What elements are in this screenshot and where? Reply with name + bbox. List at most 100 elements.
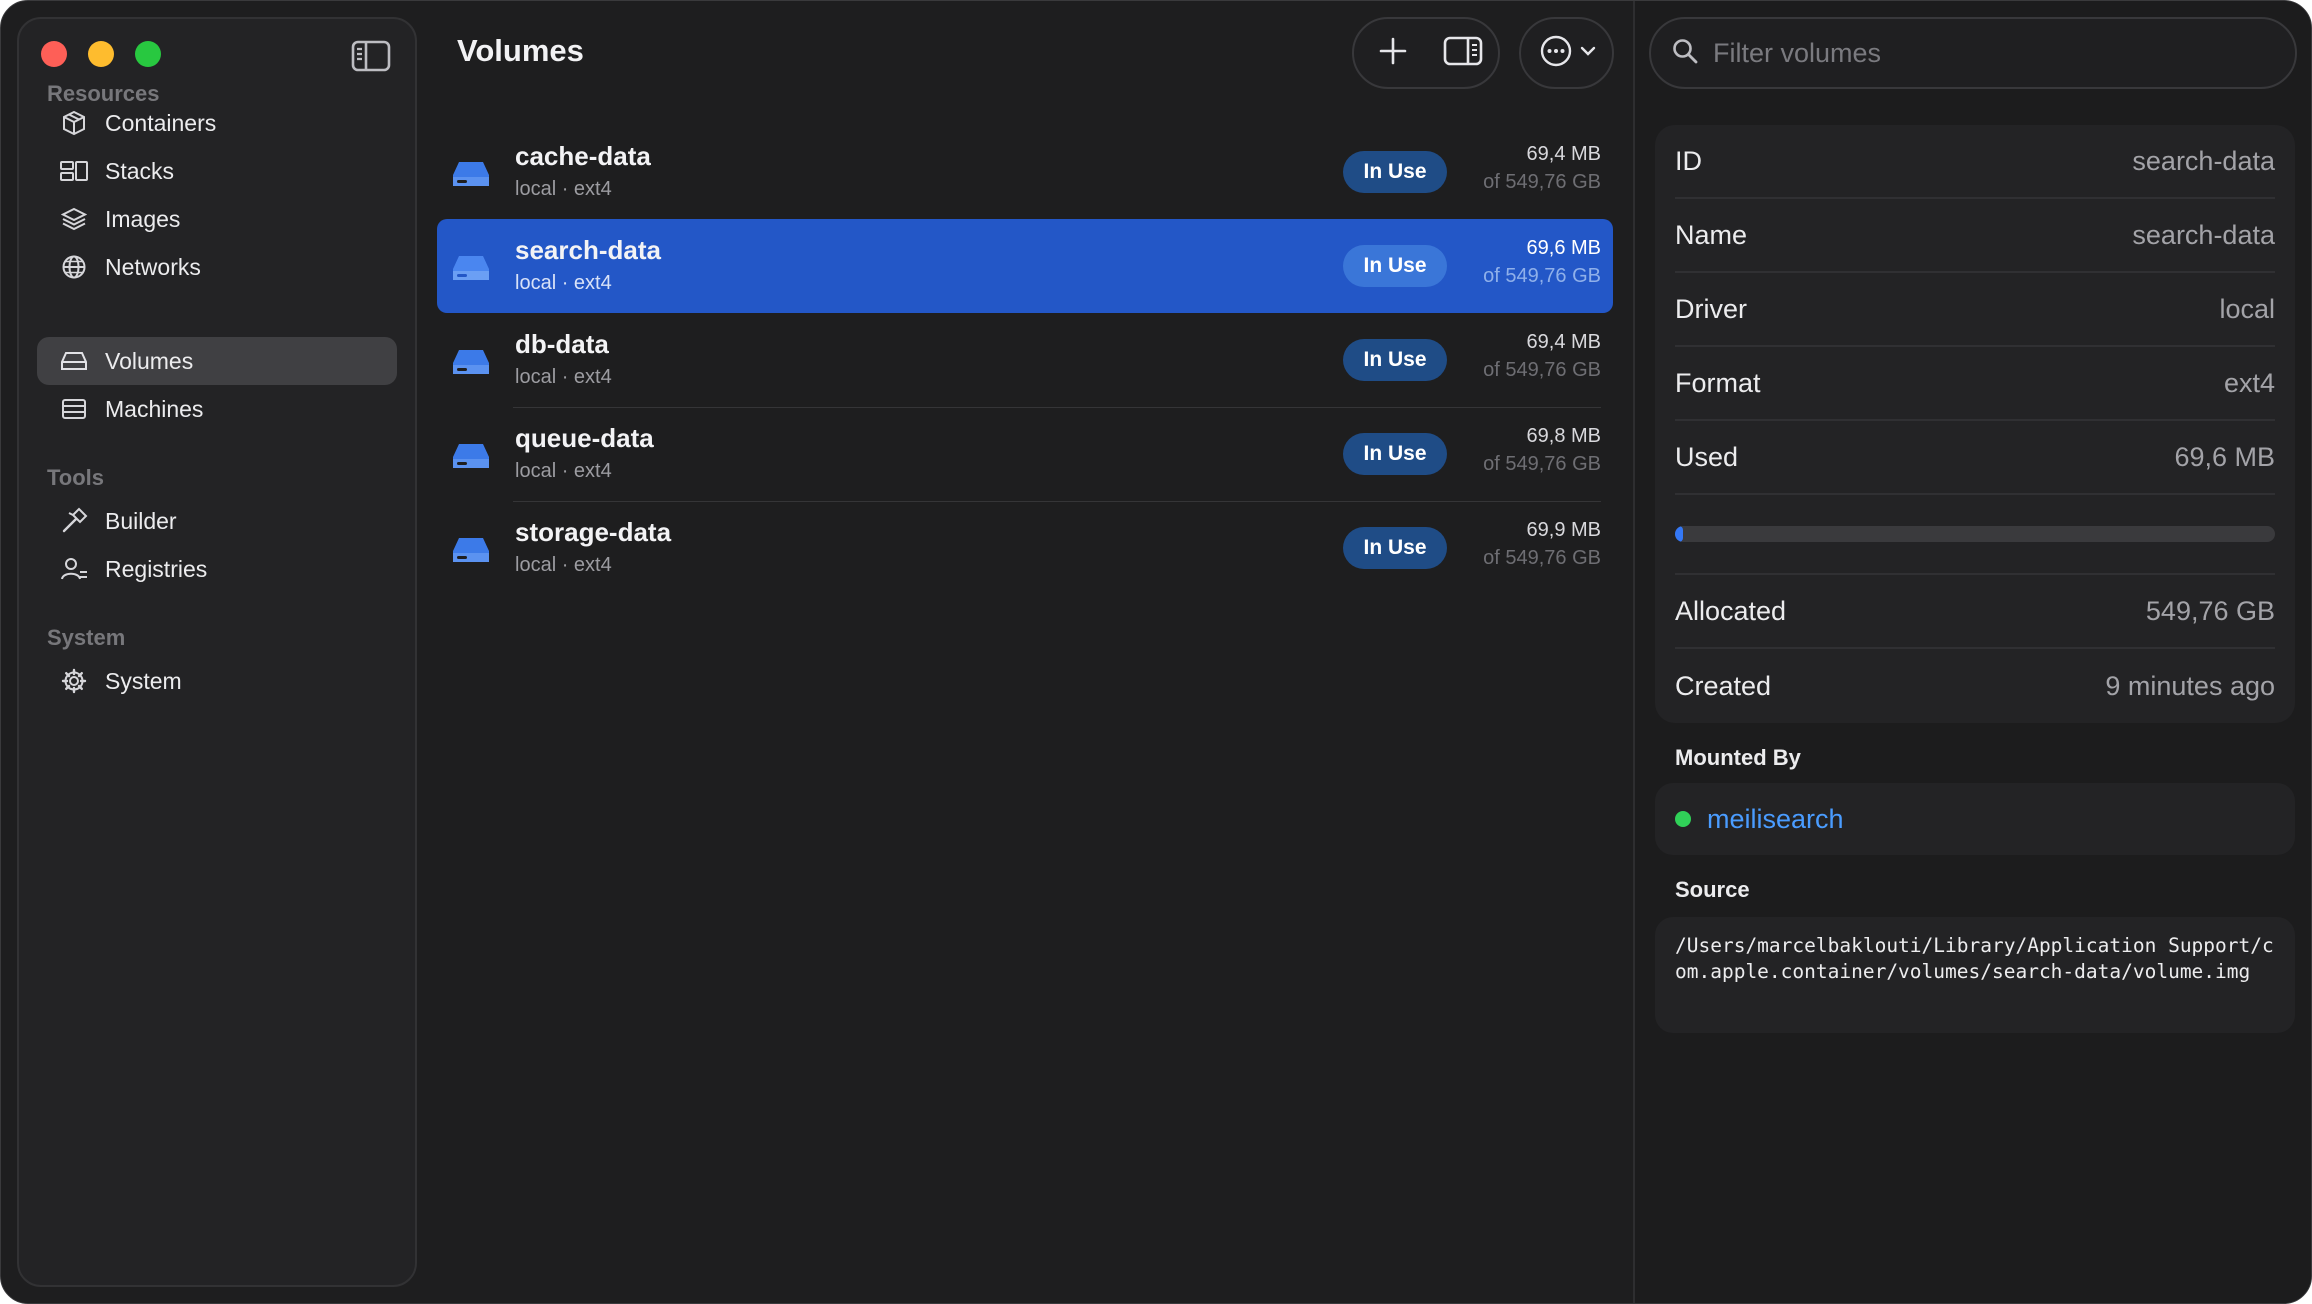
prop-key: Driver	[1675, 293, 1747, 324]
prop-row-allocated: Allocated 549,76 GB	[1675, 575, 2275, 649]
drive-icon	[59, 346, 89, 376]
volume-capacity: of 549,76 GB	[1483, 453, 1601, 475]
volume-capacity: of 549,76 GB	[1483, 359, 1601, 381]
prop-key: Used	[1675, 441, 1739, 472]
sidebar-item-system[interactable]: System	[37, 657, 397, 705]
source-title: Source	[1675, 877, 1750, 902]
prop-key: Name	[1675, 219, 1748, 250]
volume-row[interactable]: search-data local · ext4 In Use 69,6 MB …	[437, 219, 1613, 313]
mounted-by-card: meilisearch	[1655, 783, 2295, 855]
cube-icon	[59, 108, 89, 138]
mounted-by-title: Mounted By	[1675, 745, 1801, 770]
prop-row-name: Name search-data	[1675, 199, 2275, 273]
chevron-down-icon	[1580, 44, 1596, 62]
sidebar-item-volumes[interactable]: Volumes	[37, 337, 397, 385]
status-badge: In Use	[1343, 527, 1447, 569]
sidebar-item-label: Machines	[105, 395, 204, 422]
status-badge: In Use	[1343, 339, 1447, 381]
layers-icon	[59, 204, 89, 234]
drive-icon	[451, 347, 491, 377]
drive-icon	[451, 535, 491, 565]
volume-name: cache-data	[515, 141, 651, 171]
volume-meta: local · ext4	[515, 366, 612, 388]
volume-row[interactable]: db-data local · ext4 In Use 69,4 MB of 5…	[437, 313, 1613, 408]
volume-capacity: of 549,76 GB	[1483, 265, 1601, 287]
section-label-system: System	[47, 625, 126, 650]
sidebar-item-label: Volumes	[105, 347, 194, 374]
prop-value: 9 minutes ago	[2105, 670, 2275, 701]
sidebar-item-label: Registries	[105, 555, 208, 582]
prop-value: ext4	[2223, 367, 2275, 398]
volume-name: queue-data	[515, 423, 654, 453]
prop-value: search-data	[2132, 145, 2275, 176]
toggle-inspector-button[interactable]	[1428, 19, 1498, 87]
running-status-dot	[1675, 811, 1691, 827]
drive-icon	[451, 253, 491, 283]
volume-name: search-data	[515, 235, 661, 265]
sidebar-item-machines[interactable]: Machines	[37, 385, 397, 433]
volume-name: db-data	[515, 329, 609, 359]
server-icon	[59, 394, 89, 424]
minimize-window-button[interactable]	[88, 41, 114, 67]
drive-icon	[451, 159, 491, 189]
container-link[interactable]: meilisearch	[1707, 804, 1844, 835]
sidebar-item-containers[interactable]: Containers	[37, 99, 397, 147]
add-volume-button[interactable]	[1358, 19, 1428, 87]
sidebar-item-builder[interactable]: Builder	[37, 497, 397, 545]
section-label-tools: Tools	[47, 465, 105, 490]
volume-size: 69,6 MB	[1526, 237, 1601, 259]
sidebar-item-label: Networks	[105, 253, 201, 280]
inspector-panel-icon	[1443, 35, 1483, 72]
prop-key: Created	[1675, 670, 1772, 701]
volume-capacity: of 549,76 GB	[1483, 547, 1601, 569]
volume-size: 69,4 MB	[1526, 331, 1601, 353]
search-icon	[1671, 37, 1699, 70]
sidebar-item-registries[interactable]: Registries	[37, 545, 397, 593]
sidebar-item-label: Images	[105, 205, 181, 232]
prop-key: ID	[1675, 145, 1702, 176]
prop-row-format: Format ext4	[1675, 347, 2275, 421]
hammer-icon	[59, 506, 89, 536]
status-badge: In Use	[1343, 151, 1447, 193]
properties-card: ID search-data Name search-data Driver l…	[1655, 125, 2295, 723]
ellipsis-circle-icon	[1538, 33, 1574, 74]
more-button-content	[1521, 19, 1612, 87]
volume-row[interactable]: storage-data local · ext4 In Use 69,9 MB…	[437, 501, 1613, 595]
toolbar-actions	[1352, 17, 1500, 89]
volume-meta: local · ext4	[515, 554, 612, 576]
drive-icon	[451, 441, 491, 471]
sidebar-item-networks[interactable]: Networks	[37, 243, 397, 291]
prop-row-id: ID search-data	[1675, 125, 2275, 199]
prop-key: Format	[1675, 367, 1761, 398]
prop-key: Allocated	[1675, 595, 1787, 626]
usage-progress-bar	[1675, 526, 2275, 542]
more-actions-menu[interactable]	[1519, 17, 1614, 89]
window-controls	[41, 41, 161, 67]
volume-row[interactable]: cache-data local · ext4 In Use 69,4 MB o…	[437, 125, 1613, 220]
volume-list: cache-data local · ext4 In Use 69,4 MB o…	[437, 125, 1613, 595]
filter-input[interactable]	[1713, 37, 2273, 69]
volume-meta: local · ext4	[515, 272, 612, 294]
volume-meta: local · ext4	[515, 178, 612, 200]
filter-field[interactable]	[1649, 17, 2297, 89]
gear-icon	[59, 666, 89, 696]
close-window-button[interactable]	[41, 41, 67, 67]
app-window: Resources Containers Stacks Images Netwo…	[0, 0, 2312, 1304]
zoom-window-button[interactable]	[135, 41, 161, 67]
page-title: Volumes	[457, 33, 584, 68]
sidebar-item-stacks[interactable]: Stacks	[37, 147, 397, 195]
volume-name: storage-data	[515, 517, 672, 547]
plus-icon	[1378, 36, 1408, 71]
status-badge: In Use	[1343, 245, 1447, 287]
prop-value: search-data	[2132, 219, 2275, 250]
usage-progress-fill	[1675, 526, 1683, 542]
sidebar-item-images[interactable]: Images	[37, 195, 397, 243]
sidebar-toggle-icon[interactable]	[351, 39, 391, 73]
sidebar-item-label: Builder	[105, 507, 177, 534]
volume-row[interactable]: queue-data local · ext4 In Use 69,8 MB o…	[437, 407, 1613, 502]
globe-icon	[59, 252, 89, 282]
prop-row-usage	[1675, 495, 2275, 575]
stacks-icon	[59, 156, 89, 186]
prop-value: 69,6 MB	[2174, 441, 2275, 472]
sidebar-item-label: Containers	[105, 109, 217, 136]
